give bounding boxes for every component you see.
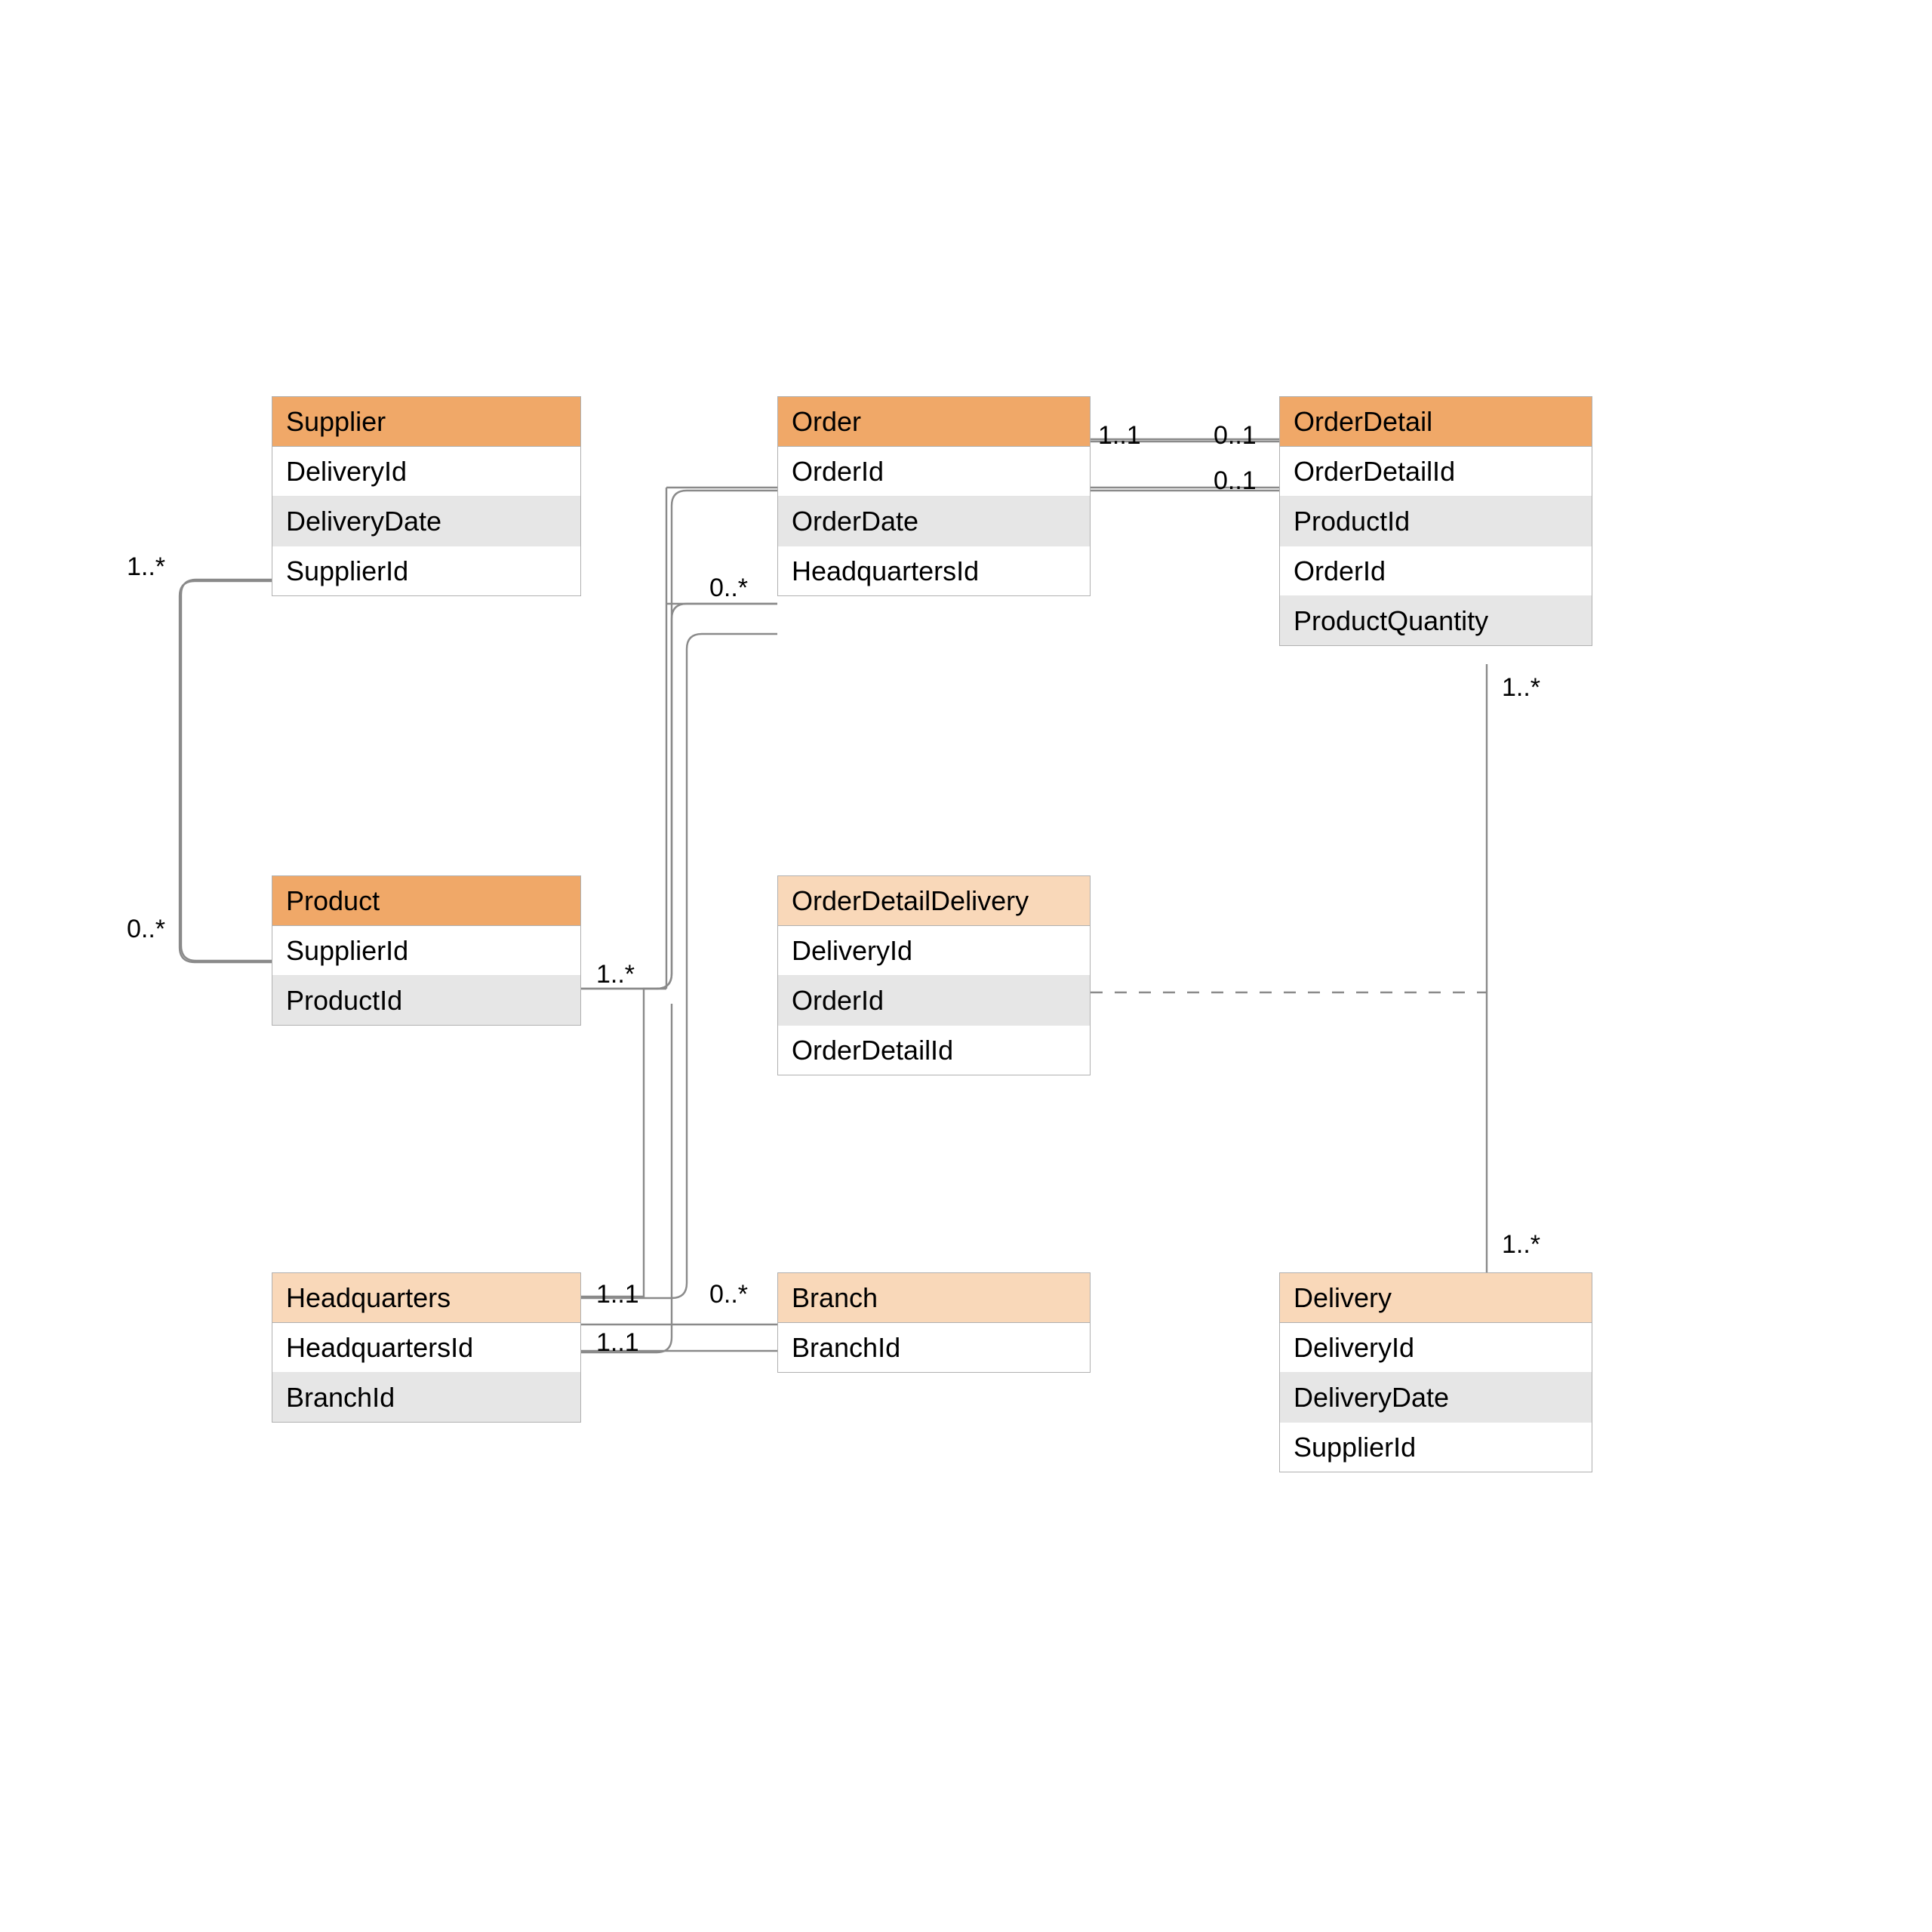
mult-product-right: 1..* [596, 960, 635, 989]
attr: SupplierId [1280, 1423, 1592, 1472]
entity-delivery: Delivery DeliveryId DeliveryDate Supplie… [1279, 1272, 1592, 1472]
entity-order: Order OrderId OrderDate HeadquartersId [777, 396, 1091, 596]
mult-delivery-top: 1..* [1502, 1230, 1540, 1260]
attr: DeliveryId [778, 926, 1090, 976]
mult-product-side: 0..* [127, 915, 165, 944]
attr: HeadquartersId [778, 546, 1090, 595]
entity-product: Product SupplierId ProductId [272, 875, 581, 1026]
attr: BranchId [778, 1323, 1090, 1372]
attr: OrderDetailId [778, 1026, 1090, 1075]
attr: OrderId [778, 447, 1090, 497]
attr: DeliveryDate [1280, 1373, 1592, 1423]
attr: ProductId [1280, 497, 1592, 546]
mult-supplier-side: 1..* [127, 552, 165, 582]
mult-orderdetail-bot: 1..* [1502, 673, 1540, 703]
entity-orderdetail: OrderDetail OrderDetailId ProductId Orde… [1279, 396, 1592, 646]
er-diagram-canvas: Supplier DeliveryId DeliveryDate Supplie… [0, 0, 1932, 1932]
attr: DeliveryId [272, 447, 580, 497]
mult-hq-right-lower: 1..1 [596, 1328, 639, 1358]
mult-orderdetail-left2: 0..1 [1214, 466, 1257, 496]
entity-delivery-title: Delivery [1280, 1273, 1592, 1323]
attr: OrderId [1280, 546, 1592, 596]
entity-product-title: Product [272, 876, 580, 926]
attr: OrderDate [778, 497, 1090, 546]
attr: SupplierId [272, 926, 580, 976]
attr: OrderDetailId [1280, 447, 1592, 497]
entity-orderdetail-title: OrderDetail [1280, 397, 1592, 447]
attr: SupplierId [272, 546, 580, 595]
attr: DeliveryDate [272, 497, 580, 546]
mult-orderdetail-left1: 0..1 [1214, 421, 1257, 451]
mult-order-right: 1..1 [1098, 421, 1141, 451]
mult-hq-right-upper: 1..1 [596, 1280, 639, 1309]
attr: DeliveryId [1280, 1323, 1592, 1373]
entity-orderdetaildelivery-title: OrderDetailDelivery [778, 876, 1090, 926]
entity-supplier: Supplier DeliveryId DeliveryDate Supplie… [272, 396, 581, 596]
mult-branch-left-upper: 0..* [709, 1280, 748, 1309]
entity-headquarters: Headquarters HeadquartersId BranchId [272, 1272, 581, 1423]
entity-branch-title: Branch [778, 1273, 1090, 1323]
entity-order-title: Order [778, 397, 1090, 447]
entity-branch: Branch BranchId [777, 1272, 1091, 1373]
attr: HeadquartersId [272, 1323, 580, 1373]
attr: ProductId [272, 976, 580, 1025]
attr: OrderId [778, 976, 1090, 1026]
attr: ProductQuantity [1280, 596, 1592, 645]
entity-supplier-title: Supplier [272, 397, 580, 447]
mult-order-left: 0..* [709, 574, 748, 603]
entity-orderdetaildelivery: OrderDetailDelivery DeliveryId OrderId O… [777, 875, 1091, 1075]
attr: BranchId [272, 1373, 580, 1422]
entity-headquarters-title: Headquarters [272, 1273, 580, 1323]
